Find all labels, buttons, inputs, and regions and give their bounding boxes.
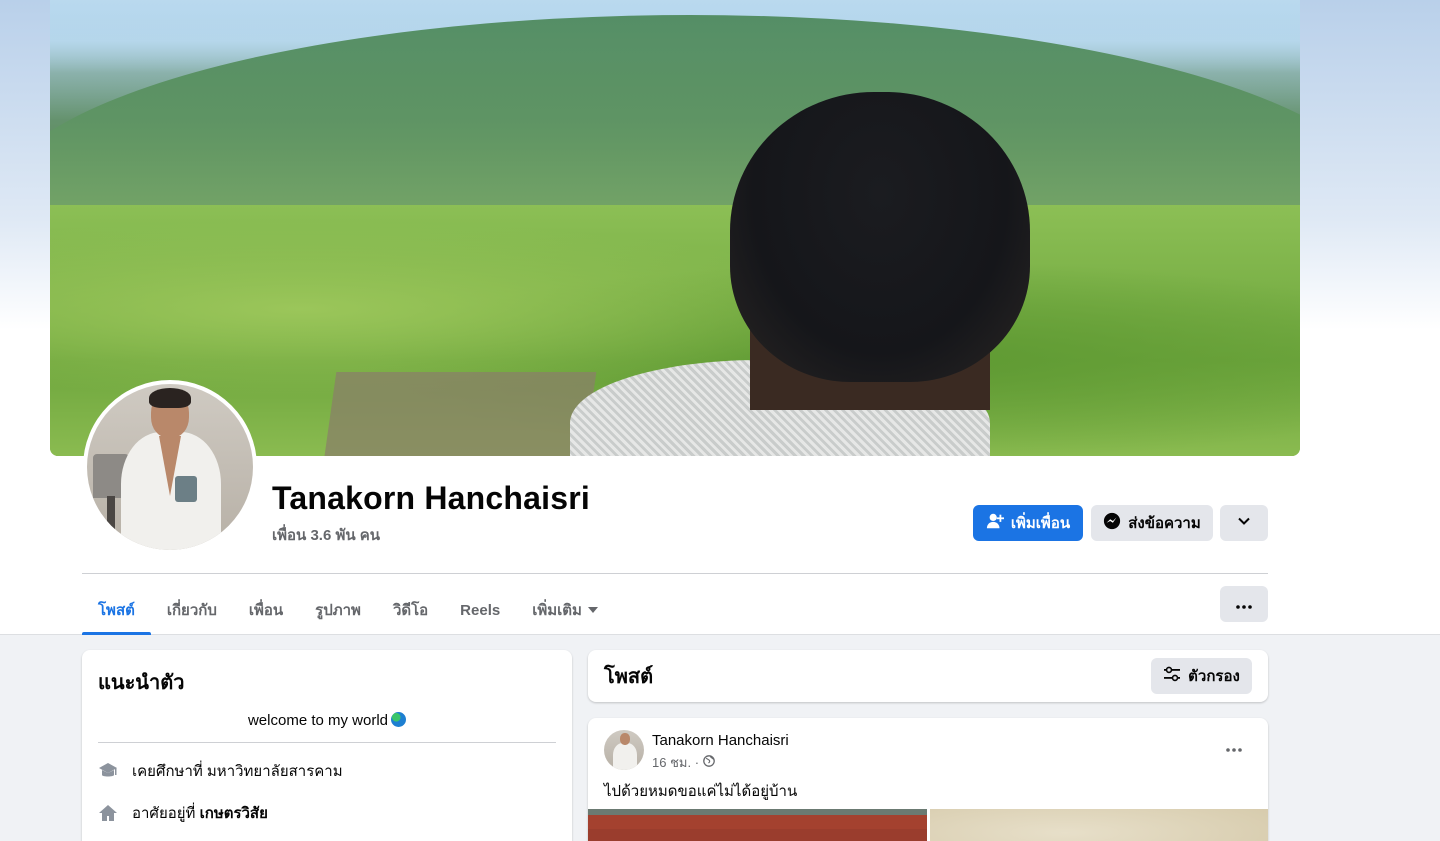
post-author-avatar[interactable] xyxy=(604,730,644,770)
avatar-mug xyxy=(175,476,197,502)
post-author-name[interactable]: Tanakorn Hanchaisri xyxy=(652,732,789,749)
education-text[interactable]: เคยศึกษาที่ มหาวิทยาลัยสารคาม xyxy=(132,759,343,783)
add-friend-icon xyxy=(986,512,1004,534)
message-button[interactable]: ส่งข้อความ xyxy=(1091,505,1213,541)
tab-label: โพสต์ xyxy=(98,602,135,619)
more-actions-button[interactable] xyxy=(1220,505,1268,541)
lives-in-prefix: อาศัยอยู่ที่ xyxy=(132,805,200,822)
tab-videos[interactable]: วิดีโอ xyxy=(377,586,444,634)
tab-label: เพิ่มเติม xyxy=(532,602,582,619)
tab-label: เกี่ยวกับ xyxy=(166,602,217,619)
cover-photo[interactable] xyxy=(50,0,1300,456)
post-photo-2[interactable] xyxy=(930,809,1268,841)
post-card: Tanakorn Hanchaisri 16 ชม. · ไปด้วยหมดขอ… xyxy=(588,718,1268,841)
graduation-cap-icon xyxy=(98,761,118,781)
message-label: ส่งข้อความ xyxy=(1128,515,1201,532)
tab-label: Reels xyxy=(460,601,501,619)
tab-friends[interactable]: เพื่อน xyxy=(233,586,299,634)
post-avatar-robe xyxy=(613,743,637,770)
filter-icon xyxy=(1163,666,1181,686)
friends-count[interactable]: เพื่อน 3.6 พัน คน xyxy=(272,523,380,547)
profile-picture[interactable] xyxy=(83,380,257,554)
intro-card: แนะนำตัว welcome to my world เคยศึกษาที่… xyxy=(82,650,572,841)
cover-person-head xyxy=(730,92,1030,382)
chevron-down-icon xyxy=(1237,514,1251,532)
profile-header: Tanakorn Hanchaisri เพื่อน 3.6 พัน คน เพ… xyxy=(0,0,1440,635)
header-divider xyxy=(82,573,1268,574)
avatar-hair xyxy=(149,388,191,408)
education-value: มหาวิทยาลัยสารคาม xyxy=(206,763,343,780)
profile-name: Tanakorn Hanchaisri xyxy=(272,480,590,516)
add-friend-button[interactable]: เพิ่มเพื่อน xyxy=(973,505,1083,541)
post-text: ไปด้วยหมดขอแค่ไม่ได้อยู่บ้าน xyxy=(604,783,798,800)
home-icon xyxy=(98,803,118,823)
post-options-button[interactable] xyxy=(1214,730,1254,766)
avatar-lamp-base xyxy=(107,496,115,536)
education-row: เคยศึกษาที่ มหาวิทยาลัยสารคาม xyxy=(98,757,556,785)
profile-tabs: โพสต์ เกี่ยวกับ เพื่อน รูปภาพ วิดีโอ Ree… xyxy=(82,586,614,635)
post-avatar-head xyxy=(620,733,630,745)
messenger-icon xyxy=(1103,512,1121,534)
lives-in-text[interactable]: อาศัยอยู่ที่ เกษตรวิสัย xyxy=(132,801,268,825)
profile-options-button[interactable] xyxy=(1220,586,1268,622)
intro-divider xyxy=(98,742,556,743)
tab-more[interactable]: เพิ่มเติม xyxy=(516,586,614,634)
tab-photos[interactable]: รูปภาพ xyxy=(299,586,377,634)
posts-title: โพสต์ xyxy=(604,666,654,688)
post-time[interactable]: 16 ชม. · xyxy=(652,752,699,773)
add-friend-label: เพิ่มเพื่อน xyxy=(1010,515,1071,532)
posts-header-card: โพสต์ ตัวกรอง xyxy=(588,650,1268,702)
tab-reels[interactable]: Reels xyxy=(444,586,516,634)
post-photo-1[interactable] xyxy=(588,809,927,841)
intro-title: แนะนำตัว xyxy=(98,672,185,694)
tab-label: รูปภาพ xyxy=(315,602,361,619)
post-meta: 16 ชม. · xyxy=(652,752,715,773)
bio: welcome to my world xyxy=(98,712,556,729)
filter-label: ตัวกรอง xyxy=(1188,668,1240,685)
avatar xyxy=(87,384,253,550)
more-horizontal-icon xyxy=(1226,739,1242,757)
tab-label: วิดีโอ xyxy=(392,602,429,619)
tab-about[interactable]: เกี่ยวกับ xyxy=(151,586,233,634)
tab-posts[interactable]: โพสต์ xyxy=(82,586,151,635)
lives-in-value: เกษตรวิสัย xyxy=(199,805,268,822)
more-horizontal-icon xyxy=(1236,596,1252,613)
education-prefix: เคยศึกษาที่ xyxy=(132,763,207,780)
globe-icon xyxy=(703,755,715,770)
lives-in-row: อาศัยอยู่ที่ เกษตรวิสัย xyxy=(98,799,556,827)
filter-button[interactable]: ตัวกรอง xyxy=(1151,658,1252,694)
cover-roof xyxy=(323,372,597,456)
bio-text: welcome to my world xyxy=(247,712,389,729)
caret-down-icon xyxy=(587,607,598,613)
tab-label: เพื่อน xyxy=(248,602,284,619)
globe-emoji-icon xyxy=(391,712,407,727)
